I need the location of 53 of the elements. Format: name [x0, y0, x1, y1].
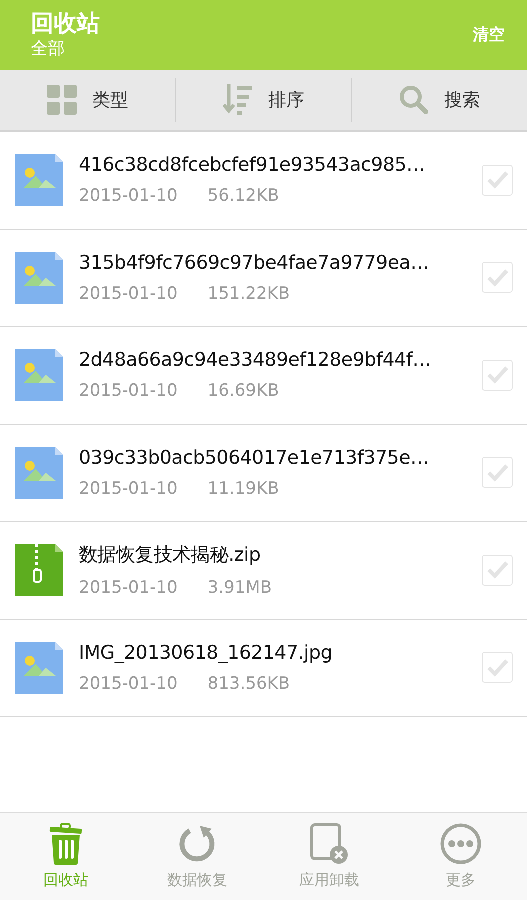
grid-icon	[46, 85, 76, 115]
file-name: IMG_20130618_162147.jpg	[79, 642, 334, 664]
file-date: 2015-01-10	[79, 381, 178, 402]
file-date: 2015-01-10	[79, 284, 178, 304]
zip-file-icon	[15, 544, 63, 596]
file-size: 813.56KB	[208, 674, 290, 694]
uninstall-icon	[310, 823, 348, 865]
file-name: 416c38cd8fcebcfef91e93543ac985…	[79, 154, 426, 176]
checkmark-icon	[486, 561, 508, 580]
file-size: 56.12KB	[208, 186, 280, 206]
file-size: 11.19KB	[208, 478, 280, 499]
trash-icon	[48, 823, 83, 865]
file-size: 16.69KB	[208, 381, 280, 402]
toolbar-button[interactable]: 排序	[176, 70, 351, 130]
image-file-icon	[15, 252, 63, 304]
checkbox[interactable]	[482, 554, 513, 586]
file-date: 2015-01-10	[79, 674, 178, 694]
file-row[interactable]: 2d48a66a9c94e33489ef128e9bf44f… 2015-01-10 16.69KB	[0, 327, 527, 424]
checkmark-icon	[486, 171, 508, 190]
file-size: 3.91MB	[208, 578, 272, 598]
checkbox[interactable]	[482, 360, 513, 391]
screen-title: 回收站	[31, 10, 100, 38]
toolbar-button[interactable]: 类型	[0, 70, 175, 130]
more-icon	[440, 823, 482, 865]
checkbox[interactable]	[482, 457, 513, 488]
image-file-icon	[15, 349, 63, 402]
file-name: 315b4f9fc7669c97be4fae7a9779ea…	[79, 252, 430, 274]
image-file-icon	[15, 154, 63, 206]
sort-icon	[222, 84, 252, 116]
checkbox[interactable]	[482, 652, 513, 684]
file-size: 151.22KB	[208, 284, 290, 304]
file-row[interactable]: 039c33b0acb5064017e1e713f375e… 2015-01-10 11.19KB	[0, 424, 527, 522]
file-name: 039c33b0acb5064017e1e713f375e…	[79, 446, 430, 469]
file-date: 2015-01-10	[79, 186, 178, 206]
filter-label: 全部	[31, 38, 66, 60]
image-file-icon	[15, 642, 63, 694]
checkbox[interactable]	[482, 164, 513, 196]
file-row[interactable]: 416c38cd8fcebcfef91e93543ac985… 2015-01-10 56.12KB	[0, 132, 527, 230]
file-name: 数据恢复技术揭秘.zip	[79, 543, 262, 568]
file-row[interactable]: IMG_20130618_162147.jpg 2015-01-10 813.56KB	[0, 620, 527, 717]
checkbox[interactable]	[482, 262, 513, 294]
file-date: 2015-01-10	[79, 578, 178, 598]
file-row[interactable]: 315b4f9fc7669c97be4fae7a9779ea… 2015-01-10 151.22KB	[0, 230, 527, 327]
checkmark-icon	[486, 658, 508, 677]
toolbar-button[interactable]: 搜索	[352, 70, 527, 130]
file-name: 2d48a66a9c94e33489ef128e9bf44f…	[79, 349, 432, 372]
file-date: 2015-01-10	[79, 478, 178, 499]
checkmark-icon	[486, 366, 508, 384]
search-icon	[398, 85, 428, 115]
checkmark-icon	[486, 464, 508, 482]
checkmark-icon	[486, 268, 508, 287]
file-row[interactable]: 数据恢复技术揭秘.zip 2015-01-10 3.91MB	[0, 522, 527, 620]
image-file-icon	[15, 446, 63, 499]
